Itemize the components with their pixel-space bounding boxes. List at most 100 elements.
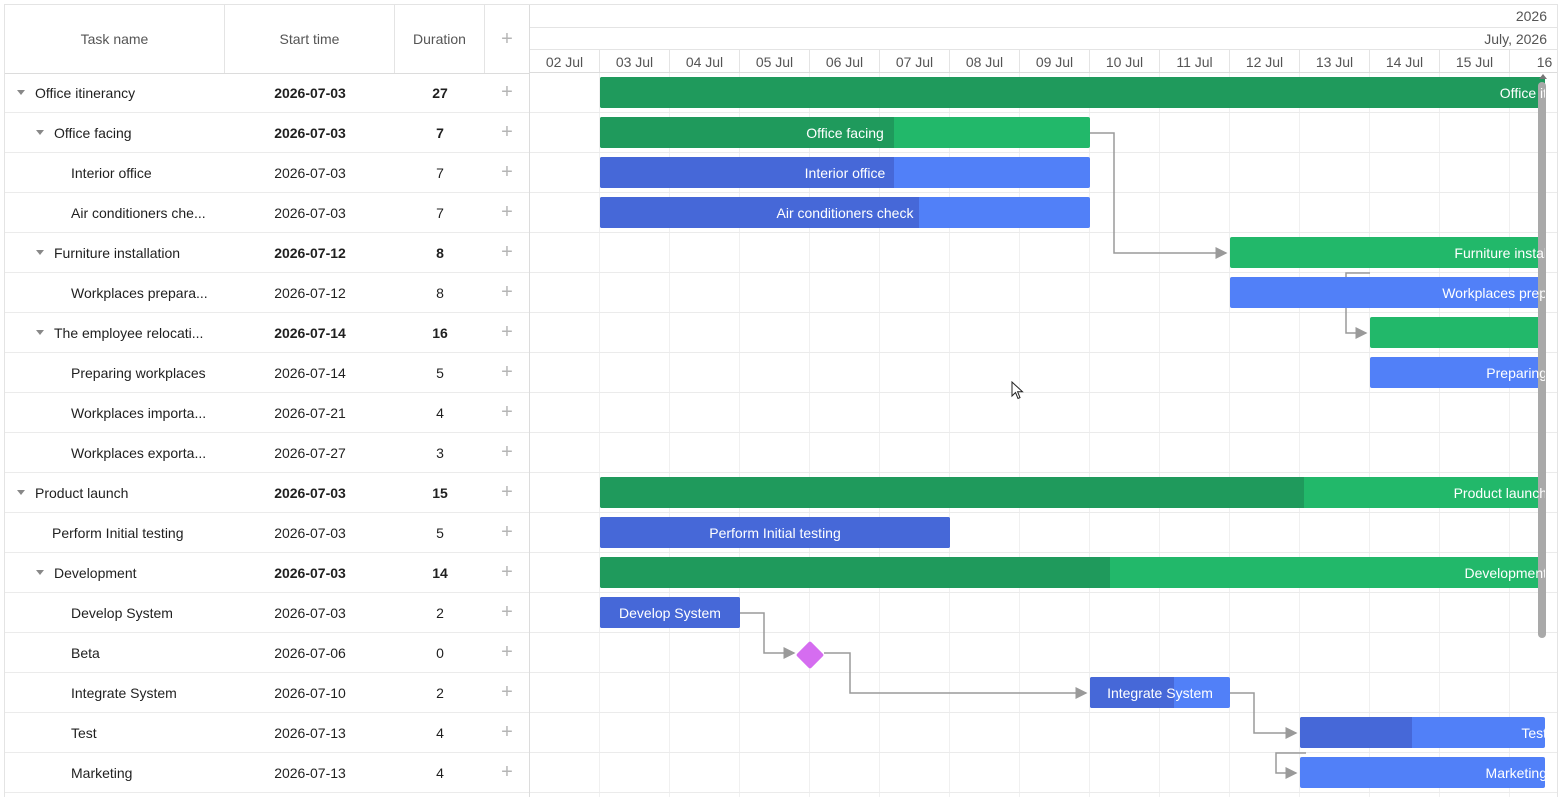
gantt-chart[interactable]: Task name Start time Duration + Office i…: [4, 4, 1558, 797]
duration-cell: 27: [432, 84, 448, 101]
table-row[interactable]: Office itinerancy 2026-07-03 27 +: [5, 73, 529, 113]
table-row[interactable]: Air conditioners che... 2026-07-03 7 +: [5, 193, 529, 233]
table-row[interactable]: Development 2026-07-03 14 +: [5, 553, 529, 593]
start-time-cell: 2026-07-13: [274, 724, 346, 741]
vertical-scrollbar[interactable]: [1538, 82, 1546, 638]
scroll-up-icon[interactable]: [1539, 74, 1547, 79]
table-row[interactable]: Perform Initial testing 2026-07-03 5 +: [5, 513, 529, 553]
add-subtask-icon[interactable]: +: [485, 753, 529, 792]
table-row[interactable]: The employee relocati... 2026-07-14 16 +: [5, 313, 529, 353]
table-row[interactable]: Preparing workplaces 2026-07-14 5 +: [5, 353, 529, 393]
task-name-cell[interactable]: Air conditioners che...: [5, 193, 225, 232]
task-name-cell[interactable]: Product launch: [5, 473, 225, 512]
add-subtask-icon[interactable]: +: [485, 553, 529, 592]
task-bar[interactable]: Workplaces prep: [1230, 277, 1545, 308]
task-name-cell[interactable]: Development: [5, 553, 225, 592]
add-subtask-icon[interactable]: +: [485, 673, 529, 712]
table-row[interactable]: Integrate System 2026-07-10 2 +: [5, 673, 529, 713]
task-name-cell[interactable]: Workplaces exporta...: [5, 433, 225, 472]
task-bar[interactable]: [1370, 317, 1545, 348]
task-name-cell[interactable]: Develop System: [5, 593, 225, 632]
task-bar[interactable]: Air conditioners check: [600, 197, 1090, 228]
table-row[interactable]: Furniture installation 2026-07-12 8 +: [5, 233, 529, 273]
column-start-time[interactable]: Start time: [225, 5, 395, 73]
add-subtask-icon[interactable]: +: [485, 593, 529, 632]
add-subtask-icon[interactable]: +: [485, 513, 529, 552]
task-progress: [600, 477, 1304, 508]
add-subtask-icon[interactable]: +: [485, 433, 529, 472]
table-row[interactable]: Test 2026-07-13 4 +: [5, 713, 529, 753]
collapse-caret-icon[interactable]: [17, 490, 25, 495]
task-bar[interactable]: Marketing: [1300, 757, 1545, 788]
start-time-cell: 2026-07-14: [274, 324, 346, 341]
start-time-cell: 2026-07-03: [274, 564, 346, 581]
duration-cell: 5: [436, 524, 444, 541]
task-bar[interactable]: Preparing: [1370, 357, 1545, 388]
task-name-cell[interactable]: Workplaces importa...: [5, 393, 225, 432]
table-row[interactable]: Workplaces prepara... 2026-07-12 8 +: [5, 273, 529, 313]
add-subtask-icon[interactable]: +: [485, 313, 529, 352]
task-name-cell[interactable]: Test: [5, 713, 225, 752]
task-bar[interactable]: Develop System: [600, 597, 740, 628]
add-subtask-icon[interactable]: +: [485, 273, 529, 312]
add-subtask-icon[interactable]: +: [485, 113, 529, 152]
column-duration[interactable]: Duration: [395, 5, 485, 73]
table-row[interactable]: Product launch 2026-07-03 15 +: [5, 473, 529, 513]
collapse-caret-icon[interactable]: [17, 90, 25, 95]
task-name-cell[interactable]: Workplaces prepara...: [5, 273, 225, 312]
add-subtask-icon[interactable]: +: [485, 473, 529, 512]
task-bar[interactable]: Office it: [600, 77, 1545, 108]
timeline-chart[interactable]: 2026 July, 2026 02 Jul 03 Jul 04 Jul 05 Jul…: [530, 5, 1557, 797]
task-bar[interactable]: Test: [1300, 717, 1545, 748]
duration-cell: 7: [436, 204, 444, 221]
task-name-cell[interactable]: Office itinerancy: [5, 73, 225, 112]
start-time-cell: 2026-07-03: [274, 124, 346, 141]
collapse-caret-icon[interactable]: [36, 250, 44, 255]
table-row[interactable]: Workplaces importa... 2026-07-21 4 +: [5, 393, 529, 433]
task-name-cell[interactable]: The employee relocati...: [5, 313, 225, 352]
add-subtask-icon[interactable]: +: [485, 193, 529, 232]
table-row[interactable]: Beta 2026-07-06 0 +: [5, 633, 529, 673]
add-subtask-icon[interactable]: +: [485, 633, 529, 672]
add-subtask-icon[interactable]: +: [485, 393, 529, 432]
link-integrate-to-test[interactable]: [1230, 692, 1298, 739]
table-row[interactable]: Office facing 2026-07-03 7 +: [5, 113, 529, 153]
start-time-cell: 2026-07-03: [274, 524, 346, 541]
start-time-cell: 2026-07-03: [274, 604, 346, 621]
task-name-cell[interactable]: Furniture installation: [5, 233, 225, 272]
add-subtask-icon[interactable]: +: [485, 153, 529, 192]
task-bar[interactable]: Interior office: [600, 157, 1090, 188]
task-bar[interactable]: Integrate System: [1090, 677, 1230, 708]
task-name-cell[interactable]: Integrate System: [5, 673, 225, 712]
task-name-cell[interactable]: Beta: [5, 633, 225, 672]
add-subtask-icon[interactable]: +: [485, 353, 529, 392]
task-name: Furniture installation: [54, 244, 181, 261]
table-row[interactable]: Workplaces exporta... 2026-07-27 3 +: [5, 433, 529, 473]
collapse-caret-icon[interactable]: [36, 130, 44, 135]
task-bar[interactable]: Product launch: [600, 477, 1545, 508]
link-office-facing-to-furniture[interactable]: [1090, 132, 1228, 259]
task-name-cell[interactable]: Perform Initial testing: [5, 513, 225, 552]
add-subtask-icon[interactable]: +: [485, 73, 529, 112]
task-name-cell[interactable]: Interior office: [5, 153, 225, 192]
link-beta-to-integrate[interactable]: [824, 652, 1088, 699]
grid-header: Task name Start time Duration +: [5, 5, 529, 74]
column-task-name[interactable]: Task name: [5, 5, 225, 73]
task-name-cell[interactable]: Preparing workplaces: [5, 353, 225, 392]
add-subtask-icon[interactable]: +: [485, 713, 529, 752]
table-row[interactable]: Marketing 2026-07-13 4 +: [5, 753, 529, 793]
link-develop-to-beta[interactable]: [740, 612, 796, 659]
task-name-cell[interactable]: Marketing: [5, 753, 225, 792]
task-name-cell[interactable]: Office facing: [5, 113, 225, 152]
task-bar[interactable]: Development: [600, 557, 1545, 588]
task-bar[interactable]: Perform Initial testing: [600, 517, 950, 548]
add-subtask-icon[interactable]: +: [485, 233, 529, 272]
table-row[interactable]: Develop System 2026-07-03 2 +: [5, 593, 529, 633]
duration-cell: 2: [436, 684, 444, 701]
collapse-caret-icon[interactable]: [36, 330, 44, 335]
add-task-header-icon[interactable]: +: [485, 5, 529, 73]
task-bar[interactable]: Office facing: [600, 117, 1090, 148]
collapse-caret-icon[interactable]: [36, 570, 44, 575]
table-row[interactable]: Interior office 2026-07-03 7 +: [5, 153, 529, 193]
task-bar[interactable]: Furniture instal: [1230, 237, 1545, 268]
